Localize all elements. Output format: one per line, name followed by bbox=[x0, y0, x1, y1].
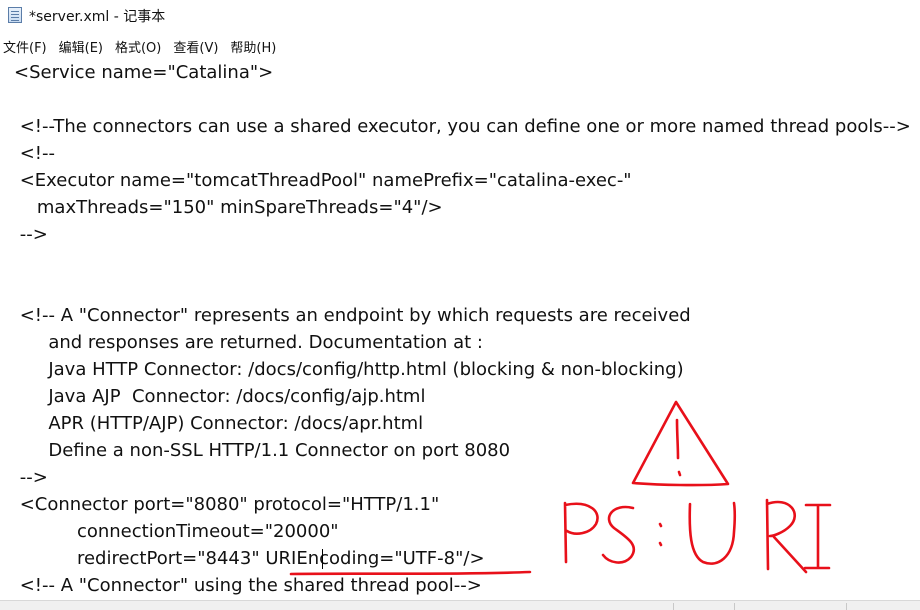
menu-edit[interactable]: 编辑(E) bbox=[56, 35, 108, 58]
code-line: Java HTTP Connector: /docs/config/http.h… bbox=[14, 359, 684, 380]
code-line: <Connector port="8080" protocol="HTTP/1.… bbox=[14, 494, 440, 515]
code-line: Java AJP Connector: /docs/config/ajp.htm… bbox=[14, 386, 426, 407]
status-divider bbox=[673, 603, 674, 610]
code-line: <Executor name="tomcatThreadPool" namePr… bbox=[14, 170, 632, 191]
code-line: <Service name="Catalina"> bbox=[14, 62, 274, 83]
title-bar: *server.xml - 记事本 bbox=[0, 0, 920, 32]
menu-file[interactable]: 文件(F) bbox=[0, 35, 52, 58]
code-line: --> bbox=[14, 467, 48, 488]
menu-format[interactable]: 格式(O) bbox=[112, 35, 166, 58]
status-divider bbox=[734, 603, 735, 610]
text-editor-area[interactable]: <Service name="Catalina"> <!--The connec… bbox=[0, 59, 920, 599]
code-line: maxThreads="150" minSpareThreads="4"/> bbox=[14, 197, 443, 218]
code-line: APR (HTTP/AJP) Connector: /docs/apr.html bbox=[14, 413, 424, 434]
code-line: and responses are returned. Documentatio… bbox=[14, 332, 483, 353]
code-line: <!-- A "Connector" represents an endpoin… bbox=[14, 305, 691, 326]
code-line: <!-- A "Connector" using the shared thre… bbox=[14, 575, 482, 596]
code-line: redirectPort="8443" URIEncoding="UTF-8"/… bbox=[14, 548, 485, 569]
menu-help[interactable]: 帮助(H) bbox=[227, 35, 281, 58]
menu-bar: 文件(F) 编辑(E) 格式(O) 查看(V) 帮助(H) bbox=[0, 34, 920, 58]
code-line: connectionTimeout="20000" bbox=[14, 521, 339, 542]
notepad-icon bbox=[8, 7, 22, 23]
code-line: <!-- bbox=[14, 143, 56, 164]
code-line: <!--The connectors can use a shared exec… bbox=[14, 116, 911, 137]
code-line: --> bbox=[14, 224, 48, 245]
code-line: Define a non-SSL HTTP/1.1 Connector on p… bbox=[14, 440, 511, 461]
window-title: *server.xml - 记事本 bbox=[29, 9, 166, 25]
text-cursor bbox=[322, 549, 323, 569]
status-bar bbox=[0, 600, 920, 610]
menu-view[interactable]: 查看(V) bbox=[170, 35, 223, 58]
status-divider bbox=[846, 603, 847, 610]
